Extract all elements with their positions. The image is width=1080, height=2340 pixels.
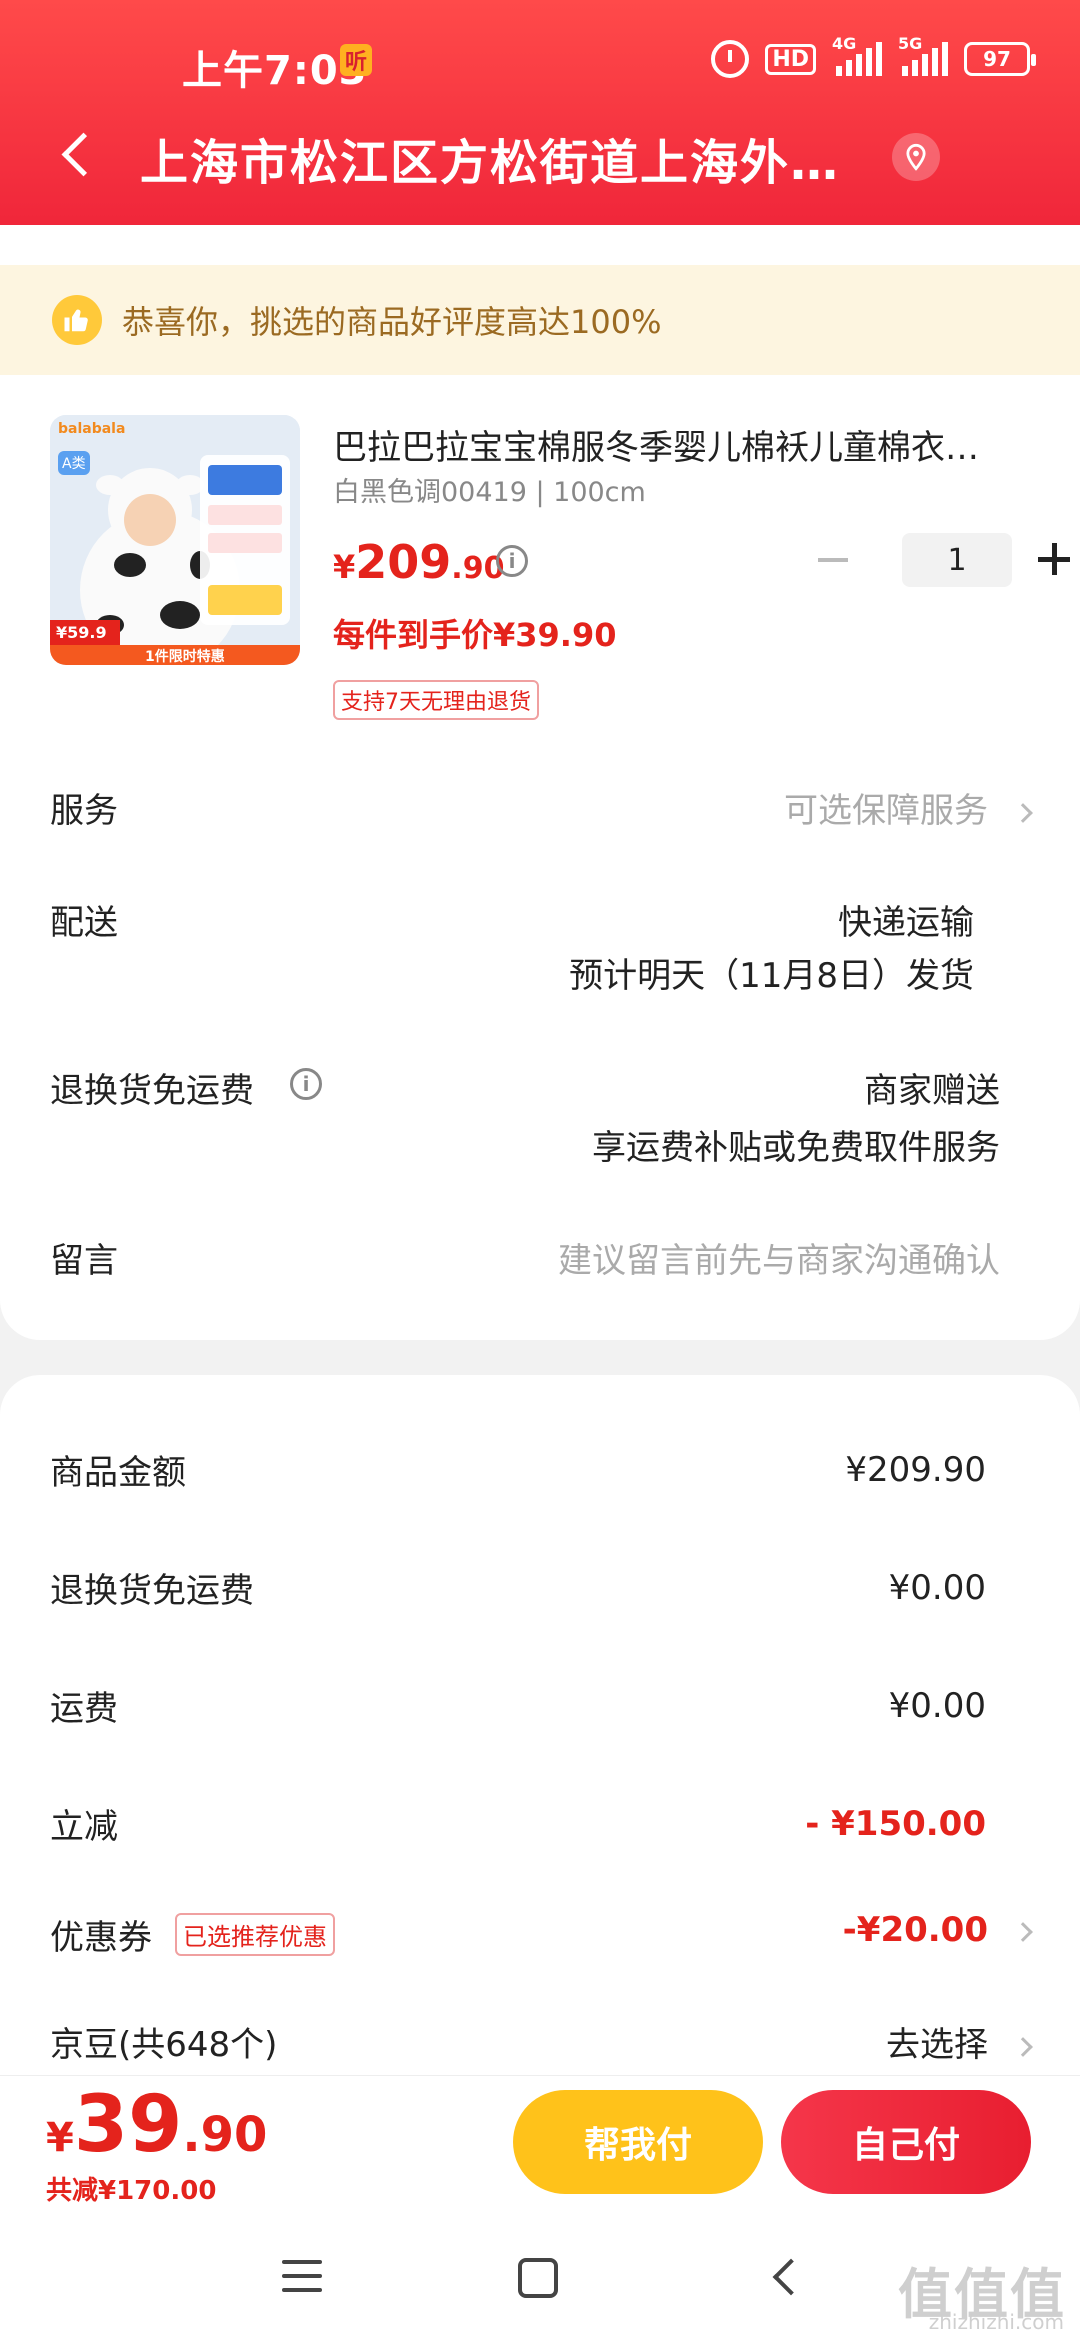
back-button[interactable] [50,129,100,179]
decrease-quantity-button[interactable] [810,535,860,585]
return-shipping-detail: 享运费补贴或免费取件服务 [592,1128,1000,1168]
nav-row: 上海市松江区方松街道上海外… [0,115,1080,195]
battery-icon: 97 [964,42,1036,76]
status-icons: HD 4G 5G 97 [711,34,1036,78]
status-bar: 上午7:03 听 HD 4G 5G 97 [0,30,1080,94]
service-value: 可选保障服务 [784,791,988,831]
delivery-method: 快递运输 [838,903,974,943]
thumbs-up-icon [52,295,102,345]
increase-quantity-button[interactable] [1030,535,1080,585]
menu-icon[interactable] [282,2260,322,2296]
return-fee-label: 退换货免运费 [50,1571,254,1611]
product-title[interactable]: 巴拉巴拉宝宝棉服冬季婴儿棉袄儿童棉衣… [333,420,1033,469]
coupon-value: -¥20.00 [842,1910,988,1950]
total-integer: 39 [73,2080,183,2170]
return-fee-value: ¥0.00 [888,1568,986,1608]
signal-5g-label: 5G [898,34,923,53]
notice-text: 恭喜你，挑选的商品好评度高达100% [122,303,662,341]
back-nav-icon[interactable] [770,2262,800,2292]
instant-discount-label: 立减 [50,1807,118,1847]
total-price: ¥39.90 [46,2080,267,2170]
delivery-label: 配送 [50,903,118,943]
jingdou-selector[interactable]: 去选择 [886,2017,1033,2066]
quantity-stepper: 1 [810,533,1080,587]
quantity-input[interactable]: 1 [902,533,1012,587]
product-image-brand: balabala [58,421,126,437]
pay-myself-button[interactable]: 自己付 [781,2090,1031,2194]
product-image[interactable]: balabala A类 ¥59.9 1件限时特惠 [50,415,300,665]
product-spec[interactable]: 白黑色调00419 | 100cm [333,470,646,509]
return-shipping-label: 退换货免运费 [50,1071,254,1111]
chevron-right-icon [1013,1921,1033,1942]
message-input[interactable]: 建议留言前先与商家沟通确认 [558,1233,1000,1282]
shipping-fee-value: ¥0.00 [888,1686,986,1726]
message-label: 留言 [50,1241,118,1281]
help-me-pay-button[interactable]: 帮我付 [513,2090,763,2194]
total-reduction: 共减¥170.00 [46,2176,217,2206]
return-policy-tag: 支持7天无理由退货 [333,680,539,720]
price-info-icon[interactable]: i [496,545,528,577]
product-image-promo: 1件限时特惠 [145,649,225,665]
total-decimal: .90 [182,2107,268,2163]
order-confirm-page: 上午7:03 听 HD 4G 5G 97 上海市松江区方松街道上海外… 恭喜你，… [0,0,1080,2340]
goods-amount-label: 商品金额 [50,1453,186,1493]
service-label: 服务 [50,791,118,831]
product-price: ¥209.90 [333,535,504,589]
jingdou-value: 去选择 [886,2025,988,2065]
hd-icon: HD [765,43,816,75]
header: 上午7:03 听 HD 4G 5G 97 上海市松江区方松街道上海外… [0,0,1080,225]
product-image-badge: A类 [58,451,90,475]
praise-notice: 恭喜你，挑选的商品好评度高达100% [0,265,1080,375]
address-title[interactable]: 上海市松江区方松街道上海外… [140,123,860,193]
coupon-label: 优惠券 [50,1918,152,1958]
shipping-fee-label: 运费 [50,1689,118,1729]
signal-4g-label: 4G [832,34,857,53]
location-pin-icon[interactable] [892,133,940,181]
coupon-recommended-tag: 已选推荐优惠 [175,1913,335,1956]
chevron-right-icon [1013,2036,1033,2057]
goods-amount-value: ¥209.90 [845,1450,986,1490]
return-shipping-info-icon[interactable]: i [290,1068,322,1100]
listen-app-icon: 听 [340,44,372,76]
home-icon[interactable] [518,2258,558,2298]
chevron-right-icon [1013,802,1033,823]
instant-discount-value: - ¥150.00 [805,1804,986,1844]
service-option[interactable]: 可选保障服务 [784,783,1033,832]
signal-5g-icon: 5G [898,34,948,76]
jingdou-label: 京豆(共648个) [50,2025,278,2065]
delivery-estimate: 预计明天（11月8日）发货 [569,956,974,996]
signal-4g-icon: 4G [832,34,882,76]
return-shipping-value: 商家赠送 [864,1071,1000,1111]
price-integer: 209 [355,535,452,589]
watermark-url: zhizhizhi.com [928,2310,1064,2334]
coupon-selector[interactable]: -¥20.00 [842,1910,1033,1950]
unit-final-price: 每件到手价¥39.90 [333,616,617,654]
alarm-icon [711,40,750,78]
total-currency: ¥ [46,2115,74,2161]
product-image-price: ¥59.9 [56,623,107,642]
price-currency: ¥ [333,548,356,586]
